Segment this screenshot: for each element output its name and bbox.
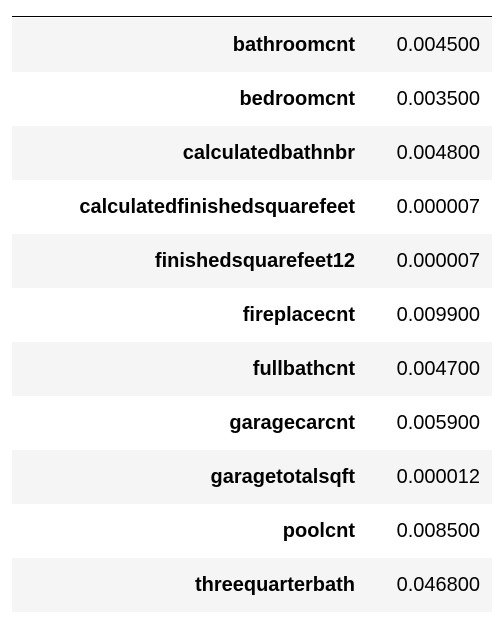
table-row: threequarterbath 0.046800 — [12, 558, 492, 612]
table-row: calculatedbathnbr 0.004800 — [12, 126, 492, 180]
table-row: poolcnt 0.008500 — [12, 504, 492, 558]
row-value: 0.004800 — [396, 141, 480, 164]
row-index-label: garagecarcnt — [229, 411, 355, 434]
table-row: calculatedfinishedsquarefeet 0.000007 — [12, 180, 492, 234]
row-index-label: garagetotalsqft — [210, 465, 355, 488]
row-value: 0.046800 — [396, 573, 480, 596]
row-index-label: threequarterbath — [194, 573, 355, 596]
row-value: 0.000007 — [396, 195, 480, 218]
table-row: garagetotalsqft 0.000012 — [12, 450, 492, 504]
row-index-label: fireplacecnt — [242, 303, 355, 326]
row-index-label: bathroomcnt — [232, 33, 355, 56]
table-row: bedroomcnt 0.003500 — [12, 72, 492, 126]
series-table: bathroomcnt 0.004500 bedroomcnt 0.003500… — [12, 18, 492, 612]
row-value: 0.000007 — [396, 249, 480, 272]
row-index-label: fullbathcnt — [252, 357, 355, 380]
row-index-label: poolcnt — [282, 519, 355, 542]
row-index-label: bedroomcnt — [239, 87, 355, 110]
row-value: 0.004700 — [396, 357, 480, 380]
row-value: 0.000012 — [396, 465, 480, 488]
table-row: fireplacecnt 0.009900 — [12, 288, 492, 342]
row-index-label: finishedsquarefeet12 — [154, 249, 355, 272]
row-index-label: calculatedfinishedsquarefeet — [79, 195, 355, 218]
table-row: garagecarcnt 0.005900 — [12, 396, 492, 450]
table-row: bathroomcnt 0.004500 — [12, 18, 492, 72]
row-value: 0.008500 — [396, 519, 480, 542]
table-row: fullbathcnt 0.004700 — [12, 342, 492, 396]
row-value: 0.003500 — [396, 87, 480, 110]
table-top-rule — [12, 16, 492, 17]
row-value: 0.005900 — [396, 411, 480, 434]
row-value: 0.009900 — [396, 303, 480, 326]
row-value: 0.004500 — [396, 33, 480, 56]
row-index-label: calculatedbathnbr — [182, 141, 355, 164]
table-row: finishedsquarefeet12 0.000007 — [12, 234, 492, 288]
